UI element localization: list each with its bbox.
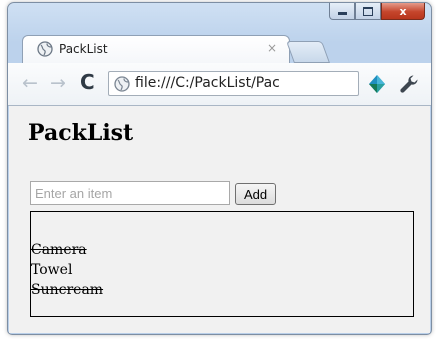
- maximize-icon: [363, 6, 373, 16]
- list-item-towel[interactable]: Towel: [31, 260, 413, 280]
- globe-icon: [114, 76, 130, 92]
- extension-icon[interactable]: [367, 74, 387, 94]
- window-controls: x: [329, 3, 425, 20]
- maximize-button[interactable]: [355, 3, 381, 20]
- address-bar[interactable]: file:///C:/PackList/Pac: [108, 71, 359, 96]
- item-list-box: Camera Towel Suncream: [30, 211, 414, 317]
- tab-packlist[interactable]: PackList ×: [22, 35, 290, 63]
- new-tab-button[interactable]: [285, 41, 331, 63]
- back-button[interactable]: ←: [22, 73, 38, 93]
- item-input[interactable]: [30, 181, 230, 205]
- list-item-camera[interactable]: Camera: [31, 240, 413, 260]
- close-window-button[interactable]: x: [381, 3, 425, 20]
- minimize-icon: [337, 12, 347, 15]
- globe-icon: [37, 41, 53, 57]
- page-content: PackList Add Camera Towel Suncream: [9, 106, 430, 333]
- add-button[interactable]: Add: [235, 183, 277, 205]
- item-list: Camera Towel Suncream: [31, 212, 413, 300]
- wrench-icon[interactable]: [398, 73, 420, 95]
- page-title: PackList: [28, 120, 134, 146]
- tab-title: PackList: [59, 42, 108, 56]
- tab-close-icon[interactable]: ×: [267, 41, 277, 55]
- address-text: file:///C:/PackList/Pac: [135, 75, 280, 91]
- minimize-button[interactable]: [329, 3, 355, 20]
- close-icon: x: [399, 4, 407, 18]
- reload-button[interactable]: C: [80, 72, 95, 92]
- list-item-suncream[interactable]: Suncream: [31, 280, 413, 300]
- browser-window: x PackList × ← → C file:///C:/PackList/P…: [7, 2, 432, 335]
- forward-button[interactable]: →: [50, 73, 66, 93]
- toolbar: ← → C file:///C:/PackList/Pac: [8, 63, 431, 106]
